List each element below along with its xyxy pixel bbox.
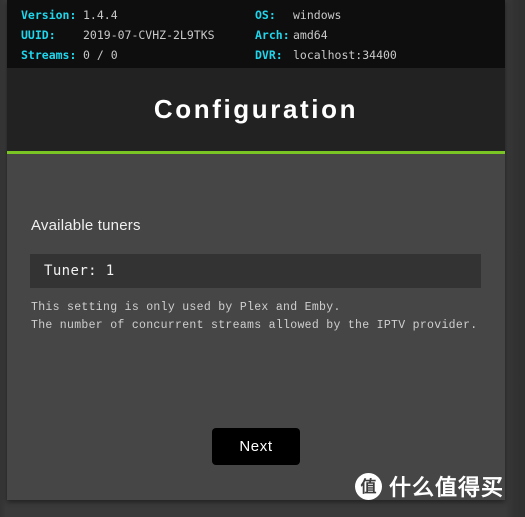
desktop-background: Version: 1.4.4 UUID: 2019-07-CVHZ-2L9TKS S… xyxy=(0,0,525,517)
available-tuners-label: Available tuners xyxy=(31,217,141,234)
os-label: OS: xyxy=(255,8,276,22)
info-row-dvr: DVR: localhost:34400 xyxy=(255,45,397,65)
tuner-input-value: Tuner: 1 xyxy=(44,263,115,279)
helper-text-line-1: This setting is only used by Plex and Em… xyxy=(31,301,341,314)
configuration-window: Version: 1.4.4 UUID: 2019-07-CVHZ-2L9TKS S… xyxy=(7,0,505,500)
streams-label: Streams: xyxy=(21,48,77,62)
info-row-arch: Arch: amd64 xyxy=(255,25,328,45)
dvr-label: DVR: xyxy=(255,48,283,62)
arch-label: Arch: xyxy=(255,28,290,42)
configuration-content: Available tuners Tuner: 1 This setting i… xyxy=(7,154,505,500)
os-value: windows xyxy=(293,8,342,22)
dvr-value: localhost:34400 xyxy=(293,48,397,62)
uuid-value: 2019-07-CVHZ-2L9TKS xyxy=(83,28,215,42)
uuid-label: UUID: xyxy=(21,28,56,42)
info-row-streams: Streams: 0 / 0 xyxy=(21,45,118,65)
info-row-version: Version: 1.4.4 xyxy=(21,5,118,25)
tuner-input[interactable]: Tuner: 1 xyxy=(30,254,481,288)
helper-text-line-2: The number of concurrent streams allowed… xyxy=(31,319,478,332)
version-label: Version: xyxy=(21,8,77,22)
next-button[interactable]: Next xyxy=(212,428,300,465)
info-row-uuid: UUID: 2019-07-CVHZ-2L9TKS xyxy=(21,25,215,45)
streams-value: 0 / 0 xyxy=(83,48,118,62)
arch-value: amd64 xyxy=(293,28,328,42)
version-value: 1.4.4 xyxy=(83,8,118,22)
status-info-strip: Version: 1.4.4 UUID: 2019-07-CVHZ-2L9TKS S… xyxy=(7,0,505,68)
title-band: Configuration xyxy=(7,68,505,151)
info-row-os: OS: windows xyxy=(255,5,341,25)
page-title: Configuration xyxy=(153,94,359,124)
